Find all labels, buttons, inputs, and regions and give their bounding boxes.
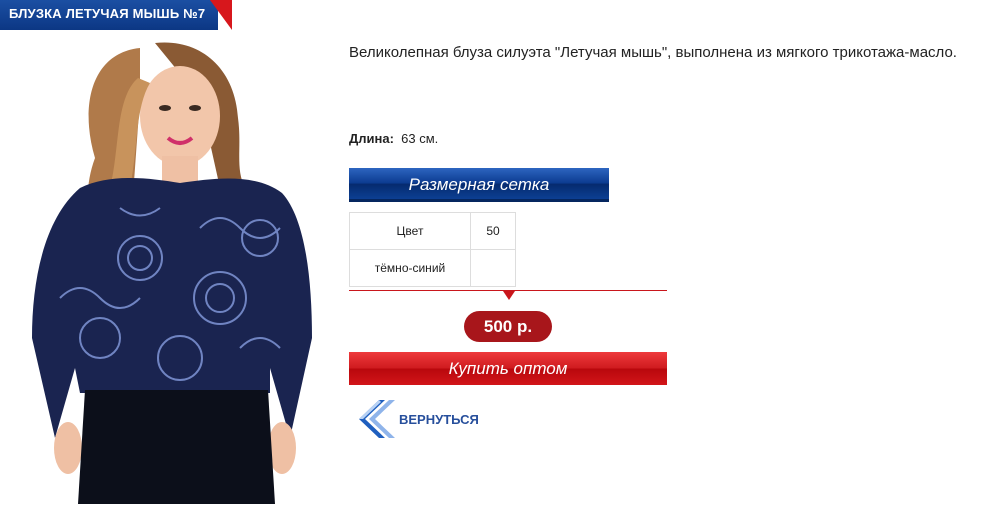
price-marker-icon [503,291,515,300]
product-title: БЛУЗКА ЛЕТУЧАЯ МЫШЬ №7 [9,6,206,21]
length-value: 63 см. [401,131,439,146]
table-row: тёмно-синий [349,249,516,287]
double-chevron-left-icon [359,400,395,438]
back-label[interactable]: ВЕРНУТЬСЯ [399,412,479,427]
buy-wholesale-button[interactable]: Купить оптом [349,352,667,385]
size-table: Цвет 50 тёмно-синий [349,212,516,287]
price-badge: 500 р. [464,311,552,342]
product-description: Великолепная блуза силуэта "Летучая мышь… [349,44,957,61]
table-header-size: 50 [470,212,516,250]
back-link[interactable]: ВЕРНУТЬСЯ [349,396,489,442]
product-photo[interactable] [20,38,322,504]
table-cell-quantity[interactable] [470,249,516,287]
table-header-color: Цвет [349,212,471,250]
table-cell-color: тёмно-синий [349,249,471,287]
title-corner-accent [210,0,232,30]
product-title-tab: БЛУЗКА ЛЕТУЧАЯ МЫШЬ №7 [0,0,236,30]
product-length: Длина: 63 см. [349,131,438,146]
model-illustration [32,42,312,504]
size-grid-button[interactable]: Размерная сетка [349,168,609,202]
table-row: Цвет 50 [349,212,516,250]
length-label: Длина: [349,131,394,146]
